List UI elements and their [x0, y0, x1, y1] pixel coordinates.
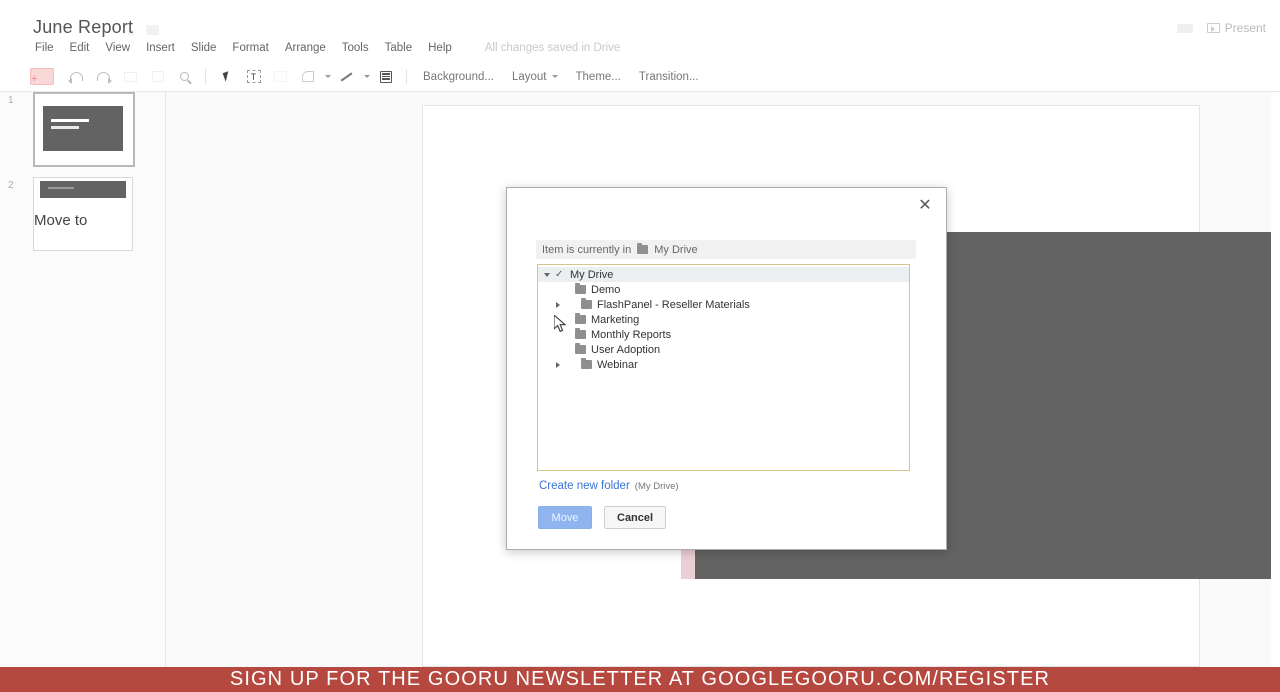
- folder-label: Monthly Reports: [591, 328, 672, 341]
- close-icon[interactable]: ✕: [915, 196, 935, 216]
- folder-icon: [575, 283, 586, 294]
- folder-icon: [575, 343, 586, 354]
- dialog-buttons: Move Cancel: [538, 506, 667, 529]
- modal-overlay: ✕ Move to Item is currently in My Drive …: [0, 0, 1280, 692]
- google-slides-window: June Report ★ File Edit View Insert Slid…: [0, 0, 1280, 692]
- current-location-bar: Item is currently in My Drive: [536, 240, 916, 259]
- folder-label: User Adoption: [591, 343, 661, 356]
- folder-tree[interactable]: ✓ My Drive Demo FlashPanel - Reseller Ma…: [537, 264, 910, 471]
- current-location-folder: My Drive: [654, 243, 698, 256]
- current-location-prefix: Item is currently in: [542, 243, 632, 256]
- folder-label: Demo: [591, 283, 621, 296]
- folder-label: Marketing: [591, 313, 640, 326]
- create-new-folder[interactable]: Create new folder (My Drive): [539, 480, 679, 492]
- folder-tree-item-webinar[interactable]: Webinar: [538, 357, 909, 372]
- cancel-button[interactable]: Cancel: [604, 506, 667, 529]
- dialog-title: Move to: [34, 212, 88, 229]
- mouse-cursor-icon: [554, 315, 567, 333]
- folder-label: Webinar: [597, 358, 638, 371]
- folder-icon: [581, 358, 592, 369]
- folder-tree-item-marketing[interactable]: Marketing: [538, 312, 909, 327]
- folder-label: My Drive: [570, 268, 614, 281]
- check-icon: ✓: [555, 269, 564, 280]
- newsletter-banner-text: SIGN UP FOR THE GOORU NEWSLETTER AT GOOG…: [229, 668, 1051, 690]
- create-new-folder-link[interactable]: Create new folder: [539, 480, 630, 492]
- folder-tree-item-user-adoption[interactable]: User Adoption: [538, 342, 909, 357]
- folder-icon: [575, 328, 586, 339]
- folder-icon: [575, 313, 586, 324]
- folder-tree-item-monthly-reports[interactable]: Monthly Reports: [538, 327, 909, 342]
- folder-tree-item-demo[interactable]: Demo: [538, 282, 909, 297]
- move-button[interactable]: Move: [538, 506, 592, 529]
- chevron-down-icon[interactable]: [544, 272, 550, 277]
- folder-icon: [637, 243, 649, 254]
- chevron-right-icon[interactable]: [556, 301, 560, 308]
- newsletter-banner: SIGN UP FOR THE GOORU NEWSLETTER AT GOOG…: [0, 667, 1280, 692]
- folder-tree-item-my-drive[interactable]: ✓ My Drive: [538, 267, 909, 282]
- folder-icon: [581, 298, 592, 309]
- chevron-right-icon[interactable]: [556, 361, 560, 368]
- create-new-folder-scope: (My Drive): [634, 481, 679, 492]
- folder-label: FlashPanel - Reseller Materials: [597, 298, 750, 311]
- folder-tree-item-flashpanel[interactable]: FlashPanel - Reseller Materials: [538, 297, 909, 312]
